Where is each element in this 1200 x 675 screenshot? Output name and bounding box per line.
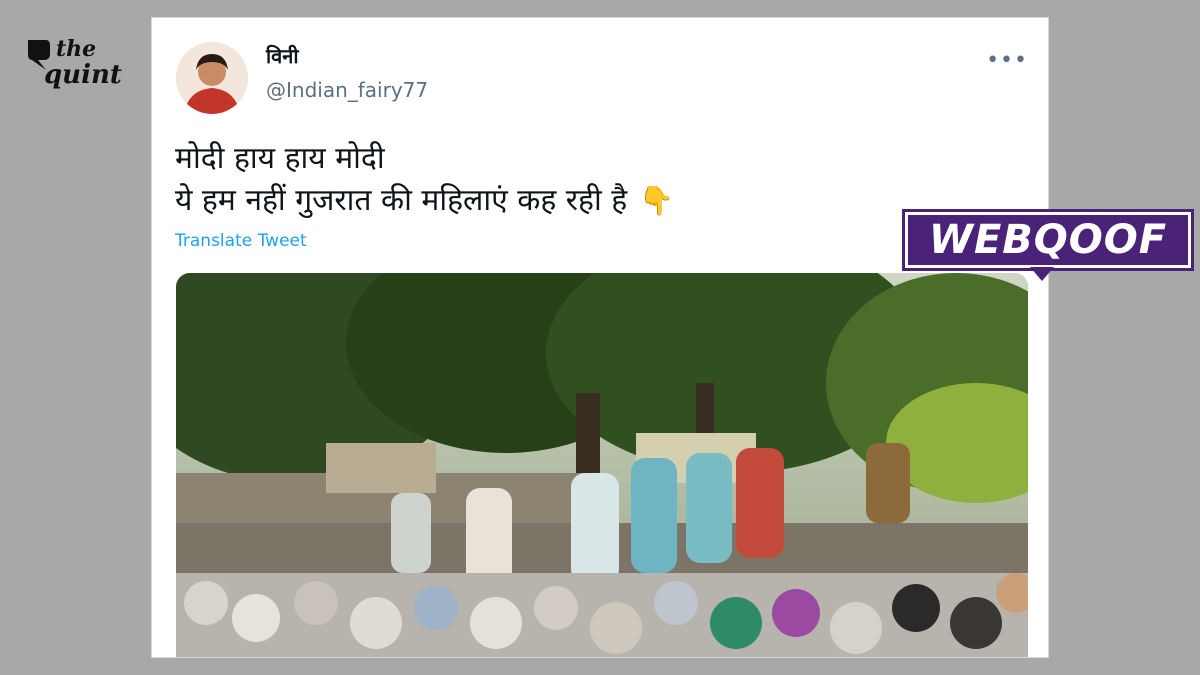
avatar[interactable] xyxy=(176,42,248,114)
webqoof-label: WEBQOOF xyxy=(928,217,1168,263)
tweet-text: मोदी हाय हाय मोदी ये हम नहीं गुजरात की म… xyxy=(175,138,674,222)
tweet-card: विनी @Indian_fairy77 ••• मोदी हाय हाय मो… xyxy=(151,17,1049,658)
pointing-down-emoji: 👇 xyxy=(639,184,675,217)
the-quint-logo: the quint xyxy=(26,36,136,100)
webqoof-badge: WEBQOOF xyxy=(902,209,1194,281)
tweet-media-image[interactable] xyxy=(176,273,1028,657)
avatar-image xyxy=(176,42,248,114)
logo-word-the: the xyxy=(56,36,97,62)
translate-tweet-link[interactable]: Translate Tweet xyxy=(175,231,307,251)
more-options-icon[interactable]: ••• xyxy=(986,48,1028,73)
tweet-text-line-2: ये हम नहीं गुजरात की महिलाएं कह रही है 👇 xyxy=(175,180,674,222)
protest-scene-image xyxy=(176,273,1028,657)
webqoof-badge-fill: WEBQOOF xyxy=(908,215,1188,265)
webqoof-badge-tail xyxy=(1030,267,1054,281)
tweet-text-line-2-content: ये हम नहीं गुजरात की महिलाएं कह रही है xyxy=(175,183,628,218)
display-name[interactable]: विनी xyxy=(266,42,299,69)
user-handle[interactable]: @Indian_fairy77 xyxy=(266,78,428,102)
logo-word-quint: quint xyxy=(44,60,122,90)
tweet-text-line-1: मोदी हाय हाय मोदी xyxy=(175,141,385,176)
